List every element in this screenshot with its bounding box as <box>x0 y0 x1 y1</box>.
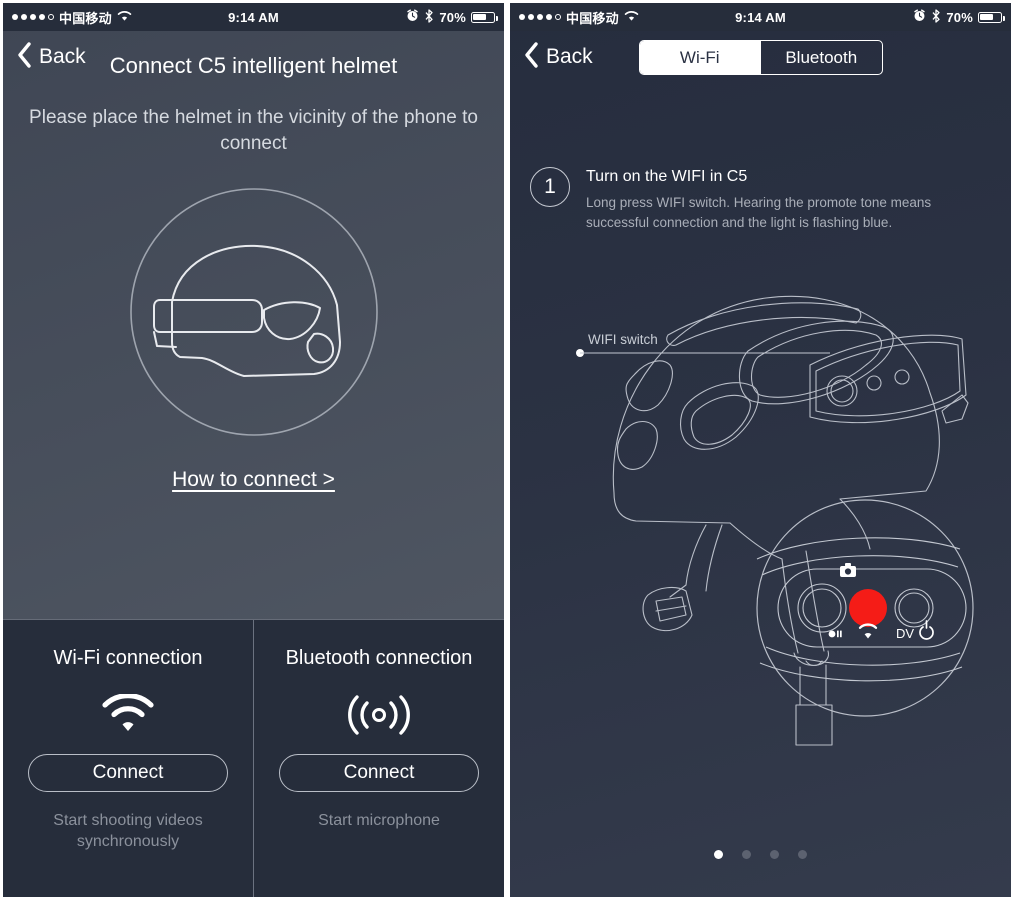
status-bar-right-group: 70% <box>913 8 1005 26</box>
wifi-icon <box>100 676 156 754</box>
signal-strength-icon <box>12 14 54 20</box>
connection-cards: Wi-Fi connection Connect Start shooting … <box>3 619 504 897</box>
record-button-indicator <box>849 589 887 627</box>
back-label: Back <box>546 45 593 68</box>
instruction-subtitle: Please place the helmet in the vicinity … <box>29 107 478 154</box>
status-bar-left-group: 中国移动 <box>519 8 639 27</box>
left-screen: 中国移动 9:14 AM 70% Back Connect C5 intelli… <box>0 0 507 900</box>
how-to-connect-link[interactable]: How to connect > <box>3 468 504 492</box>
wifi-connect-button[interactable]: Connect <box>28 754 228 792</box>
status-bar-right-group: 70% <box>406 8 498 26</box>
status-bar-left: 中国移动 9:14 AM 70% <box>3 3 504 31</box>
step-text-group: Turn on the WIFI in C5 Long press WIFI s… <box>586 167 961 232</box>
bluetooth-icon <box>424 8 434 26</box>
back-button[interactable]: Back <box>17 41 86 73</box>
tab-wifi[interactable]: Wi-Fi <box>639 41 760 74</box>
carrier-label: 中国移动 <box>566 10 619 26</box>
page-indicator[interactable] <box>510 850 1011 859</box>
chevron-left-icon <box>17 41 32 73</box>
bluetooth-connect-button[interactable]: Connect <box>279 754 479 792</box>
step-number-badge: 1 <box>530 167 570 207</box>
page-dot-1[interactable] <box>714 850 723 859</box>
back-label: Back <box>39 45 86 68</box>
chevron-left-icon <box>524 41 539 73</box>
right-screen: 中国移动 9:14 AM 70% Back Wi-Fi Bluetooth 1 … <box>507 0 1014 900</box>
page-dot-4[interactable] <box>798 850 807 859</box>
battery-icon <box>978 11 1005 23</box>
wifi-switch-callout <box>576 349 830 357</box>
step-title: Turn on the WIFI in C5 <box>586 168 748 185</box>
helmet-detail-illustration: DV WIFI switch <box>510 253 1011 813</box>
wifi-icon <box>117 10 132 25</box>
step-description: Long press WIFI switch. Hearing the prom… <box>586 195 932 230</box>
dv-label: DV <box>896 626 914 641</box>
wifi-card-title: Wi-Fi connection <box>53 647 203 669</box>
alarm-icon <box>913 9 926 25</box>
helmet-diagram-graphic: DV WIFI switch <box>576 295 974 746</box>
wifi-icon <box>624 10 639 25</box>
page-dot-2[interactable] <box>742 850 751 859</box>
step-instruction: 1 Turn on the WIFI in C5 Long press WIFI… <box>530 167 991 232</box>
wifi-connection-card[interactable]: Wi-Fi connection Connect Start shooting … <box>3 620 253 897</box>
helmet-circle-graphic <box>129 188 378 437</box>
bluetooth-connection-card[interactable]: Bluetooth connection Connect Start micro… <box>253 620 504 897</box>
page-dot-3[interactable] <box>770 850 779 859</box>
status-bar-left-group: 中国移动 <box>12 8 132 27</box>
screenshot-root: 中国移动 9:14 AM 70% Back Connect C5 intelli… <box>0 0 1014 900</box>
tab-bluetooth[interactable]: Bluetooth <box>760 41 882 74</box>
battery-icon <box>471 11 498 23</box>
signal-strength-icon <box>519 14 561 20</box>
connection-mode-segmented-control[interactable]: Wi-Fi Bluetooth <box>638 40 883 75</box>
wifi-switch-label: WIFI switch <box>588 332 658 347</box>
battery-percent-label: 70% <box>946 9 973 25</box>
bluetooth-icon <box>931 8 941 26</box>
battery-percent-label: 70% <box>439 9 466 25</box>
nav-bar-left: Back Connect C5 intelligent helmet <box>3 31 504 83</box>
carrier-label: 中国移动 <box>59 10 112 26</box>
nav-bar-right: Back Wi-Fi Bluetooth <box>510 31 1011 83</box>
status-bar-right: 中国移动 9:14 AM 70% <box>510 3 1011 31</box>
bluetooth-card-title: Bluetooth connection <box>285 647 473 669</box>
wifi-card-note: Start shooting videos synchronously <box>53 812 203 850</box>
broadcast-icon <box>343 676 415 754</box>
alarm-icon <box>406 9 419 25</box>
helmet-illustration-left <box>3 182 504 442</box>
back-button[interactable]: Back <box>524 41 593 73</box>
bluetooth-card-note: Start microphone <box>318 812 440 829</box>
